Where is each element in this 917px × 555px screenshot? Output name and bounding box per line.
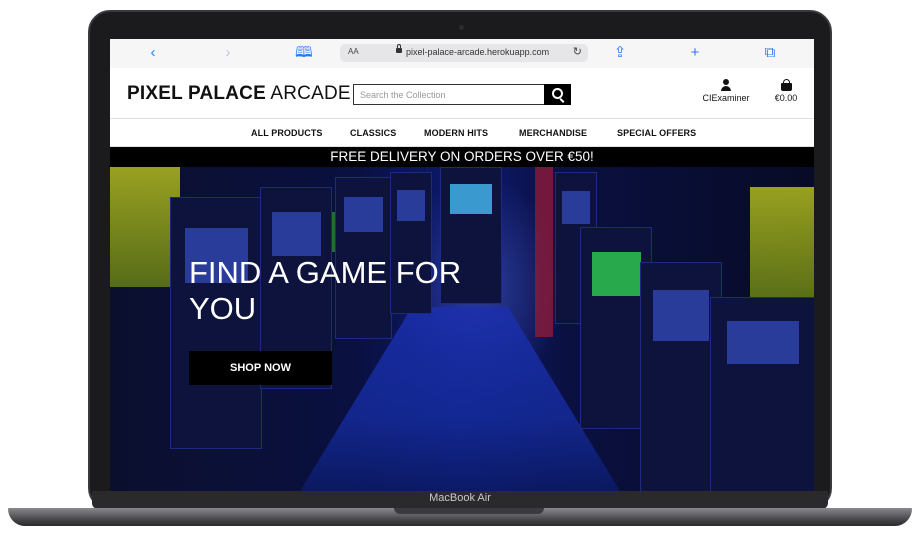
hero-section: FIND A GAME FOR YOU SHOP NOW <box>110 167 814 491</box>
main-nav: ALL PRODUCTS CLASSICS MODERN HITS MERCHA… <box>110 118 814 147</box>
search-button[interactable] <box>544 84 571 105</box>
forward-icon[interactable]: › <box>220 45 236 61</box>
browser-toolbar: ‹ › 🕮 AA pixel-palace-arcade.herokuapp.c… <box>110 39 814 69</box>
text-size-button[interactable]: AA <box>348 47 359 56</box>
delivery-banner: FREE DELIVERY ON ORDERS OVER €50! <box>110 147 814 167</box>
laptop-chin: MacBook Air <box>92 491 828 509</box>
lock-icon <box>396 44 402 53</box>
arcade-cabinet <box>710 297 814 491</box>
nav-merchandise[interactable]: MERCHANDISE <box>519 128 587 138</box>
nav-special-offers[interactable]: SPECIAL OFFERS <box>617 128 696 138</box>
account-link[interactable]: CIExaminer <box>701 79 751 103</box>
shopping-bag-icon <box>780 79 792 91</box>
tabs-icon[interactable]: ⧉ <box>762 45 778 61</box>
camera <box>459 25 464 30</box>
laptop-screen: ‹ › 🕮 AA pixel-palace-arcade.herokuapp.c… <box>110 39 814 491</box>
reload-icon[interactable]: ↻ <box>573 45 582 58</box>
laptop-base <box>8 508 912 526</box>
arcade-light <box>750 187 814 307</box>
nav-modern-hits[interactable]: MODERN HITS <box>424 128 488 138</box>
search-form <box>353 84 571 105</box>
arcade-light <box>535 167 553 337</box>
bookmarks-icon[interactable]: 🕮 <box>295 45 313 61</box>
cart-link[interactable]: €0.00 <box>770 79 802 103</box>
device-label: MacBook Air <box>429 492 491 504</box>
hero-title: FIND A GAME FOR YOU <box>189 255 462 326</box>
user-icon <box>720 79 732 91</box>
account-label: CIExaminer <box>702 93 750 103</box>
add-tab-icon[interactable]: + <box>687 45 703 61</box>
logo-light-text: ARCADE <box>270 83 351 104</box>
back-icon[interactable]: ‹ <box>145 45 161 61</box>
logo-bold-text: PIXEL PALACE <box>127 83 266 104</box>
address-bar[interactable]: AA pixel-palace-arcade.herokuapp.com ↻ <box>340 44 588 62</box>
shop-now-button[interactable]: SHOP NOW <box>189 351 332 385</box>
laptop-notch <box>394 508 544 514</box>
site-logo[interactable]: PIXEL PALACE ARCADE <box>127 83 351 105</box>
site-header: PIXEL PALACE ARCADE CIExaminer €0.00 <box>110 68 814 118</box>
url-text[interactable]: pixel-palace-arcade.herokuapp.com <box>406 47 549 57</box>
search-icon <box>552 88 563 99</box>
search-input[interactable] <box>354 85 556 104</box>
share-icon[interactable]: ⇪ <box>612 45 628 61</box>
cart-total: €0.00 <box>774 93 798 103</box>
nav-classics[interactable]: CLASSICS <box>350 128 396 138</box>
nav-all-products[interactable]: ALL PRODUCTS <box>251 128 323 138</box>
